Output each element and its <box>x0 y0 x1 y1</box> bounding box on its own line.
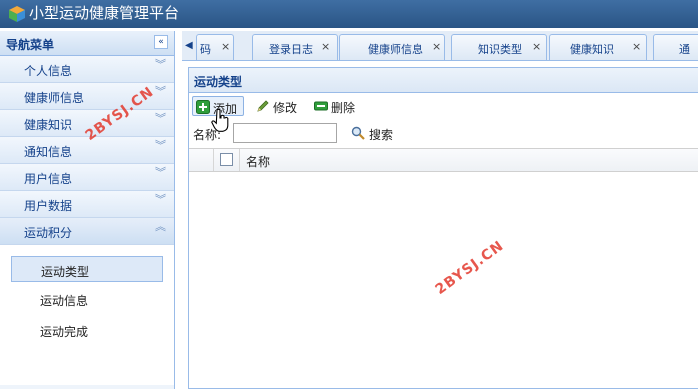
nav-item-user-info[interactable]: 用户信息 ︾ <box>0 164 174 191</box>
nav-item-label: 用户数据 <box>24 199 73 213</box>
hand-cursor-icon <box>211 108 229 132</box>
close-icon[interactable]: × <box>321 40 330 53</box>
pencil-icon <box>257 100 269 112</box>
app-title: 小型运动健康管理平台 <box>29 4 180 22</box>
close-icon[interactable]: × <box>532 40 541 53</box>
name-search-input[interactable] <box>233 123 337 143</box>
tab-password[interactable]: 码 × <box>196 34 234 60</box>
search-row: 名称: 搜索 <box>189 122 698 146</box>
nav-item-label: 健康师信息 <box>24 91 85 105</box>
panel-title: 运动类型 <box>194 75 243 89</box>
chevron-down-icon: ︾ <box>155 85 166 98</box>
collapse-sidebar-button[interactable]: « <box>154 35 168 49</box>
nav-item-exercise-points[interactable]: 运动积分 ︽ <box>0 218 174 245</box>
panel-header: 运动类型 <box>189 68 698 93</box>
tab-label: 登录日志 <box>269 43 313 56</box>
delete-button[interactable]: 删除 <box>311 96 361 116</box>
exercise-type-panel: 运动类型 添加 修改 删除 名称: 搜索 名称 <box>188 67 698 389</box>
app-titlebar: 小型运动健康管理平台 <box>0 0 698 28</box>
tab-label: 通 <box>679 43 690 56</box>
edit-button[interactable]: 修改 <box>253 96 301 116</box>
nav-item-notifications[interactable]: 通知信息 ︾ <box>0 137 174 164</box>
column-header-name[interactable]: 名称 <box>239 149 320 171</box>
chevron-down-icon: ︾ <box>155 139 166 152</box>
sub-item-label: 运动信息 <box>40 294 89 308</box>
close-icon[interactable]: × <box>221 40 230 53</box>
nav-item-label: 通知信息 <box>24 145 73 159</box>
tab-label: 知识类型 <box>478 43 522 56</box>
search-button[interactable]: 搜索 <box>349 123 399 143</box>
sidebar-header: 导航菜单 « <box>0 31 174 56</box>
nav-item-user-data[interactable]: 用户数据 ︾ <box>0 191 174 218</box>
tab-bar: ◀ 码 × 登录日志 × 健康师信息 × 知识类型 × 健康知识 × 通 <box>182 31 698 61</box>
submenu-area: 运动类型 运动信息 运动完成 <box>0 245 174 385</box>
nav-item-label: 健康知识 <box>24 118 73 132</box>
column-header-label: 名称 <box>246 155 271 169</box>
close-icon[interactable]: × <box>632 40 641 53</box>
grid-header: 名称 <box>189 148 698 172</box>
tab-login-log[interactable]: 登录日志 × <box>252 34 338 60</box>
sidebar-title: 导航菜单 <box>6 38 55 52</box>
plus-icon <box>196 100 210 114</box>
nav-item-label: 个人信息 <box>24 64 73 78</box>
nav-item-label: 运动积分 <box>24 226 73 240</box>
tab-label: 码 <box>200 43 211 56</box>
toolbar: 添加 修改 删除 <box>189 94 698 118</box>
delete-button-label: 删除 <box>331 101 356 115</box>
chevron-down-icon: ︾ <box>155 166 166 179</box>
edit-button-label: 修改 <box>273 101 298 115</box>
cube-logo-icon <box>9 6 25 22</box>
tab-label: 健康知识 <box>570 43 614 56</box>
sub-item-label: 运动完成 <box>40 325 89 339</box>
chevron-down-icon: ︾ <box>155 193 166 206</box>
minus-icon <box>314 101 328 111</box>
select-all-checkbox[interactable] <box>220 153 233 166</box>
nav-item-personal-info[interactable]: 个人信息 ︾ <box>0 56 174 83</box>
search-button-label: 搜索 <box>369 128 394 142</box>
sub-item-label: 运动类型 <box>41 265 90 279</box>
row-number-column <box>189 149 214 171</box>
nav-item-label: 用户信息 <box>24 172 73 186</box>
sub-item-exercise-info[interactable]: 运动信息 <box>11 286 163 312</box>
chevron-down-icon: ︾ <box>155 58 166 71</box>
tab-knowledge-type[interactable]: 知识类型 × <box>451 34 547 60</box>
tab-health-knowledge[interactable]: 健康知识 × <box>549 34 647 60</box>
magnifier-icon <box>351 126 365 140</box>
close-icon[interactable]: × <box>432 40 441 53</box>
tab-label: 健康师信息 <box>368 43 423 56</box>
chevron-up-icon: ︽ <box>155 220 166 233</box>
sub-item-exercise-complete[interactable]: 运动完成 <box>11 317 163 343</box>
tab-trainer-info[interactable]: 健康师信息 × <box>339 34 445 60</box>
chevron-down-icon: ︾ <box>155 112 166 125</box>
tab-notification[interactable]: 通 <box>653 34 698 60</box>
sub-item-exercise-type[interactable]: 运动类型 <box>11 256 163 282</box>
